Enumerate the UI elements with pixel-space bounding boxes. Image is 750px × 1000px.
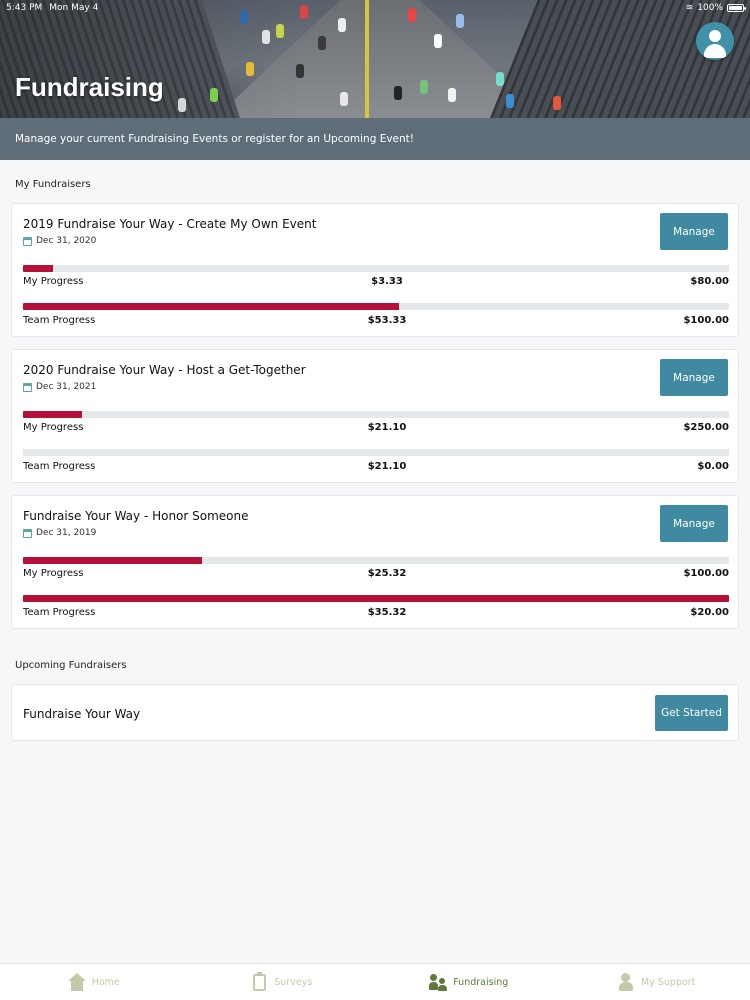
subtitle-banner: Manage your current Fundraising Events o… [0,118,750,160]
people-icon [429,973,448,991]
user-icon [709,30,721,42]
my-progress-bar [23,411,729,418]
team-progress-bar [23,595,729,602]
team-progress-bar [23,449,729,456]
progress-fill [23,411,83,418]
profile-avatar-button[interactable] [696,22,734,60]
fundraiser-title: Fundraise Your Way - Honor Someone [23,509,249,523]
goal-amount: $100.00 [683,568,729,579]
page-title: Fundraising [15,72,164,102]
tab-surveys[interactable]: Surveys [188,964,376,1000]
support-person-icon [617,973,635,991]
goal-amount: $0.00 [697,461,729,472]
calendar-icon [23,236,32,246]
status-bar: 5:43 PM Mon May 4 ≋ 100% [0,0,750,16]
current-amount: $21.10 [367,422,407,433]
battery-icon [727,4,746,12]
current-amount: $25.32 [367,568,407,579]
goal-amount: $80.00 [690,276,729,287]
section-title-upcoming-fundraisers: Upcoming Fundraisers [15,660,127,671]
team-progress-bar [23,303,729,310]
manage-button[interactable]: Manage [660,213,728,250]
progress-fill [23,557,202,564]
get-started-button[interactable]: Get Started [655,695,728,731]
upcoming-fundraiser-card: Fundraise Your Way Get Started [11,684,739,741]
tab-fundraising[interactable]: Fundraising [375,964,563,1000]
calendar-icon [23,528,32,538]
my-progress-bar [23,265,729,272]
manage-button[interactable]: Manage [660,359,728,396]
fundraiser-card: Fundraise Your Way - Honor Someone Dec 3… [11,495,739,629]
goal-amount: $20.00 [690,607,729,618]
fundraiser-title: 2019 Fundraise Your Way - Create My Own … [23,217,317,231]
progress-fill [23,303,400,310]
subtitle-text: Manage your current Fundraising Events o… [15,133,414,145]
fundraiser-card: 2019 Fundraise Your Way - Create My Own … [11,203,739,337]
goal-amount: $250.00 [683,422,729,433]
progress-fill [23,595,729,602]
current-amount: $35.32 [367,607,407,618]
status-time: 5:43 PM [6,3,43,13]
tab-my-support[interactable]: My Support [563,964,750,1000]
section-title-my-fundraisers: My Fundraisers [15,179,91,190]
current-amount: $3.33 [371,276,403,287]
tab-home[interactable]: Home [0,964,188,1000]
home-icon [67,973,86,991]
clipboard-icon [250,972,268,991]
fundraiser-date: Dec 31, 2020 [23,236,96,246]
hero-image: Fundraising [0,0,750,118]
goal-amount: $100.00 [683,315,729,326]
fundraiser-title: 2020 Fundraise Your Way - Host a Get-Tog… [23,363,306,377]
calendar-icon [23,382,32,392]
fundraiser-date: Dec 31, 2021 [23,382,96,392]
my-progress-bar [23,557,729,564]
fundraiser-date: Dec 31, 2019 [23,528,96,538]
battery-percent: 100% [697,3,723,13]
manage-button[interactable]: Manage [660,505,728,542]
upcoming-fundraiser-title: Fundraise Your Way [23,707,141,721]
fundraiser-card: 2020 Fundraise Your Way - Host a Get-Tog… [11,349,739,483]
current-amount: $21.10 [367,461,407,472]
tab-bar: Home Surveys Fundraising My Support [0,963,750,1000]
wifi-icon: ≋ [685,3,694,13]
current-amount: $53.33 [367,315,407,326]
progress-fill [23,265,53,272]
status-date: Mon May 4 [49,3,99,13]
